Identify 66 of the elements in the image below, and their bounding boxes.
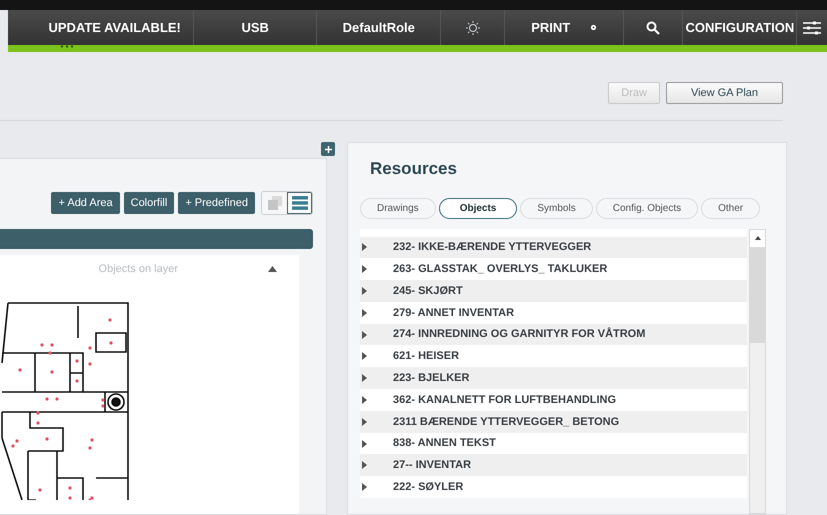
expand-icon[interactable] bbox=[362, 243, 367, 252]
expand-icon[interactable] bbox=[362, 483, 367, 492]
resource-row[interactable]: 621- HEISER bbox=[360, 345, 747, 368]
resource-row[interactable]: 279- ANNET INVENTAR bbox=[360, 302, 747, 324]
resource-name: 279- ANNET INVENTAR bbox=[393, 306, 514, 321]
resource-row[interactable]: 245- SKJØRT bbox=[360, 280, 747, 302]
brightness-icon[interactable] bbox=[464, 20, 481, 36]
expand-icon[interactable] bbox=[362, 265, 367, 274]
objects-on-layer-label: Objects on layer bbox=[98, 262, 178, 277]
top-bar-item[interactable]: CONFIGURATION bbox=[673, 18, 806, 38]
list-icon bbox=[292, 196, 308, 210]
header-button[interactable]: View GA Plan bbox=[666, 82, 783, 104]
collapse-icon[interactable] bbox=[268, 266, 277, 272]
expand-icon[interactable] bbox=[362, 396, 367, 404]
resource-row[interactable]: 222- SØYLER bbox=[360, 476, 747, 498]
resource-row[interactable]: 223- BJELKER bbox=[360, 367, 747, 390]
scrollbar-thumb[interactable] bbox=[750, 248, 765, 342]
toolbar-button[interactable]: + Add Area bbox=[51, 192, 120, 214]
search-icon[interactable] bbox=[646, 20, 660, 34]
resource-row[interactable]: 838- ANNEN TEKST bbox=[360, 432, 747, 454]
menu-icon[interactable] bbox=[803, 20, 822, 36]
resource-row[interactable]: 263- GLASSTAK_ OVERLYS_ TAKLUKER bbox=[360, 258, 747, 280]
resource-name: 274- INNREDNING OG GARNITYR FOR VÅTROM bbox=[393, 326, 646, 342]
expand-icon[interactable] bbox=[362, 374, 367, 382]
expand-icon[interactable] bbox=[362, 352, 367, 360]
resource-name: 223- BJELKER bbox=[393, 370, 470, 386]
expand-icon[interactable] bbox=[362, 330, 367, 339]
resource-name: 362- KANALNETT FOR LUFTBEHANDLING bbox=[393, 392, 616, 408]
top-bar-item[interactable]: DefaultRole bbox=[330, 18, 427, 38]
dots-icon bbox=[60, 45, 74, 48]
resource-name: 27-- INVENTAR bbox=[393, 458, 472, 474]
expand-icon[interactable] bbox=[362, 461, 367, 470]
resource-name: 2311 BÆRENDE YTTERVEGGER_ BETONG bbox=[393, 414, 620, 430]
resource-row[interactable]: 27-- INVENTAR bbox=[360, 454, 747, 476]
resource-name: 222- SØYLER bbox=[393, 480, 464, 495]
toolbar-button[interactable]: Colorfill bbox=[124, 192, 174, 214]
resource-tab[interactable]: Drawings bbox=[360, 198, 436, 218]
resource-row[interactable]: 362- KANALNETT FOR LUFTBEHANDLING bbox=[360, 389, 747, 411]
plus-icon bbox=[324, 146, 332, 152]
expand-icon[interactable] bbox=[362, 440, 367, 448]
resource-name: 245- SKJØRT bbox=[393, 284, 463, 299]
top-bar-item[interactable]: UPDATE AVAILABLE! bbox=[36, 18, 193, 38]
scroll-up-icon[interactable] bbox=[754, 236, 760, 240]
stack-icon bbox=[268, 196, 282, 210]
resource-name: 232- IKKE-BÆRENDE YTTERVEGGER bbox=[393, 240, 592, 256]
scrollbar[interactable] bbox=[749, 228, 766, 514]
resource-tab[interactable]: Config. Objects bbox=[596, 198, 698, 218]
list-view-toggle[interactable] bbox=[287, 192, 312, 214]
print-menu[interactable]: PRINT bbox=[531, 18, 570, 38]
stack-view-toggle[interactable] bbox=[262, 192, 287, 214]
expand-icon[interactable] bbox=[362, 286, 367, 295]
resource-tab[interactable]: Other bbox=[701, 198, 760, 218]
resource-name: 838- ANNEN TEKST bbox=[393, 436, 496, 452]
toolbar-button[interactable]: + Predefined bbox=[178, 192, 255, 214]
expand-icon[interactable] bbox=[362, 418, 367, 426]
add-panel-button[interactable] bbox=[321, 142, 335, 156]
resource-row[interactable]: 2311 BÆRENDE YTTERVEGGER_ BETONG bbox=[360, 410, 747, 433]
resource-tab[interactable]: Symbols bbox=[520, 198, 593, 218]
expand-icon[interactable] bbox=[362, 308, 367, 317]
resource-name: 621- HEISER bbox=[393, 349, 460, 364]
resources-title: Resources bbox=[370, 158, 458, 180]
resource-name: 263- GLASSTAK_ OVERLYS_ TAKLUKER bbox=[393, 262, 608, 277]
resource-row[interactable]: 274- INNREDNING OG GARNITYR FOR VÅTROM bbox=[360, 324, 747, 346]
resource-tab[interactable]: Objects bbox=[438, 198, 518, 218]
resource-row[interactable]: 232- IKKE-BÆRENDE YTTERVEGGER bbox=[360, 236, 747, 258]
top-bar-item[interactable]: USB bbox=[229, 18, 281, 38]
